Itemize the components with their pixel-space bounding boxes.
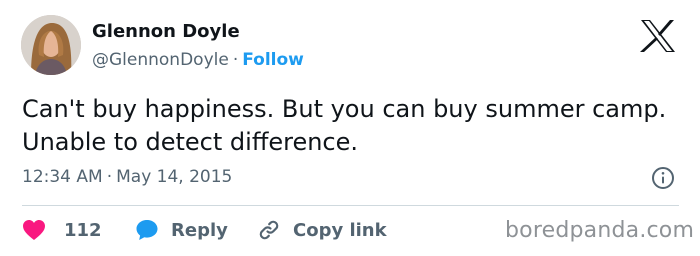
watermark: boredpanda.com	[505, 218, 695, 243]
follow-button[interactable]: Follow	[242, 50, 304, 70]
avatar-photo-icon	[21, 15, 81, 75]
separator-dot: ·	[232, 50, 239, 70]
tweet-time: 12:34 AM	[22, 167, 103, 187]
link-icon	[259, 220, 279, 240]
divider	[22, 205, 679, 206]
tweet-date: May 14, 2015	[116, 167, 233, 187]
reply-button[interactable]: Reply	[135, 216, 228, 244]
copy-link-label: Copy link	[293, 219, 387, 241]
x-logo-icon[interactable]	[639, 19, 677, 53]
like-button[interactable]: 112	[22, 216, 102, 244]
like-count: 112	[64, 219, 102, 241]
author-handle[interactable]: @GlennonDoyle	[92, 50, 229, 70]
author-name[interactable]: Glennon Doyle	[92, 21, 240, 42]
reply-label: Reply	[171, 219, 228, 241]
timestamp-separator: ·	[106, 167, 113, 187]
copy-link-button[interactable]: Copy link	[257, 216, 387, 244]
avatar[interactable]	[21, 15, 81, 75]
tweet-timestamp[interactable]: 12:34 AM · May 14, 2015	[22, 167, 232, 187]
info-icon[interactable]	[651, 166, 675, 190]
speech-bubble-icon	[136, 220, 158, 240]
author-handle-line: @GlennonDoyle · Follow	[92, 50, 304, 70]
tweet-text: Can't buy happiness. But you can buy sum…	[22, 95, 667, 156]
heart-icon	[23, 220, 45, 240]
